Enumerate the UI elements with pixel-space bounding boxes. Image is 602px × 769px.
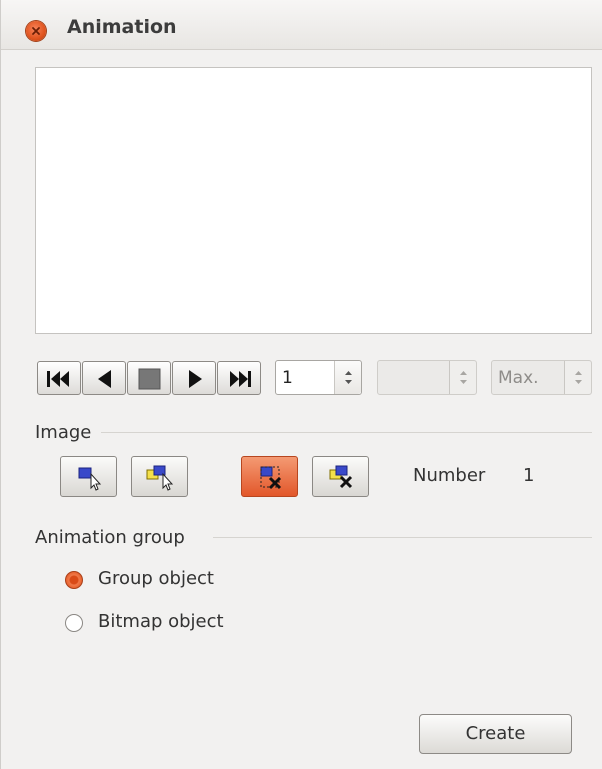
animation-dialog: Animation 1 Max. Image Number 1 Animatio… [0, 0, 602, 769]
loop-count-value: Max. [498, 368, 539, 388]
apply-object-button[interactable] [60, 456, 117, 497]
spinbox-arrows[interactable] [334, 361, 361, 394]
delete-current-image-button[interactable] [241, 456, 298, 497]
apply-objects-individually-icon [146, 465, 174, 491]
number-value: 1 [523, 465, 535, 486]
play-backward-icon [98, 370, 111, 388]
image-number-spinbox[interactable]: 1 [275, 360, 362, 395]
skip-to-last-icon [230, 371, 251, 387]
skip-to-first-icon [47, 371, 69, 387]
backwards-button[interactable] [82, 361, 126, 395]
spin-updown-icon [575, 371, 582, 384]
window-title: Animation [67, 16, 177, 38]
close-icon [32, 27, 40, 35]
create-button[interactable]: Create [419, 714, 572, 754]
delete-current-image-icon [260, 466, 282, 490]
loop-count-spinbox[interactable]: Max. [491, 360, 592, 395]
bitmap-object-radio[interactable] [65, 614, 83, 632]
first-image-button[interactable] [37, 361, 81, 395]
group-object-radio[interactable] [65, 571, 83, 589]
number-label: Number [413, 465, 486, 486]
image-section-label: Image [35, 422, 92, 443]
spinbox-arrows[interactable] [449, 361, 476, 394]
stop-icon [138, 368, 161, 390]
last-image-button[interactable] [217, 361, 261, 395]
animation-preview [35, 67, 592, 334]
image-number-value: 1 [282, 368, 293, 388]
spin-updown-icon [460, 371, 467, 384]
spinbox-arrows[interactable] [564, 361, 591, 394]
animation-group-label: Animation group [35, 527, 185, 548]
apply-object-icon [78, 467, 102, 491]
play-icon [189, 370, 202, 388]
delete-all-images-icon [329, 465, 353, 489]
duration-spinbox[interactable] [377, 360, 477, 395]
section-divider [213, 537, 592, 538]
title-bar: Animation [1, 0, 602, 50]
play-button[interactable] [172, 361, 216, 395]
apply-objects-individually-button[interactable] [131, 456, 188, 497]
section-divider [101, 432, 592, 433]
delete-all-images-button[interactable] [312, 456, 369, 497]
spin-updown-icon [345, 371, 352, 384]
bitmap-object-label: Bitmap object [98, 611, 224, 632]
close-button[interactable] [26, 21, 46, 41]
group-object-label: Group object [98, 568, 214, 589]
stop-button[interactable] [127, 361, 171, 395]
